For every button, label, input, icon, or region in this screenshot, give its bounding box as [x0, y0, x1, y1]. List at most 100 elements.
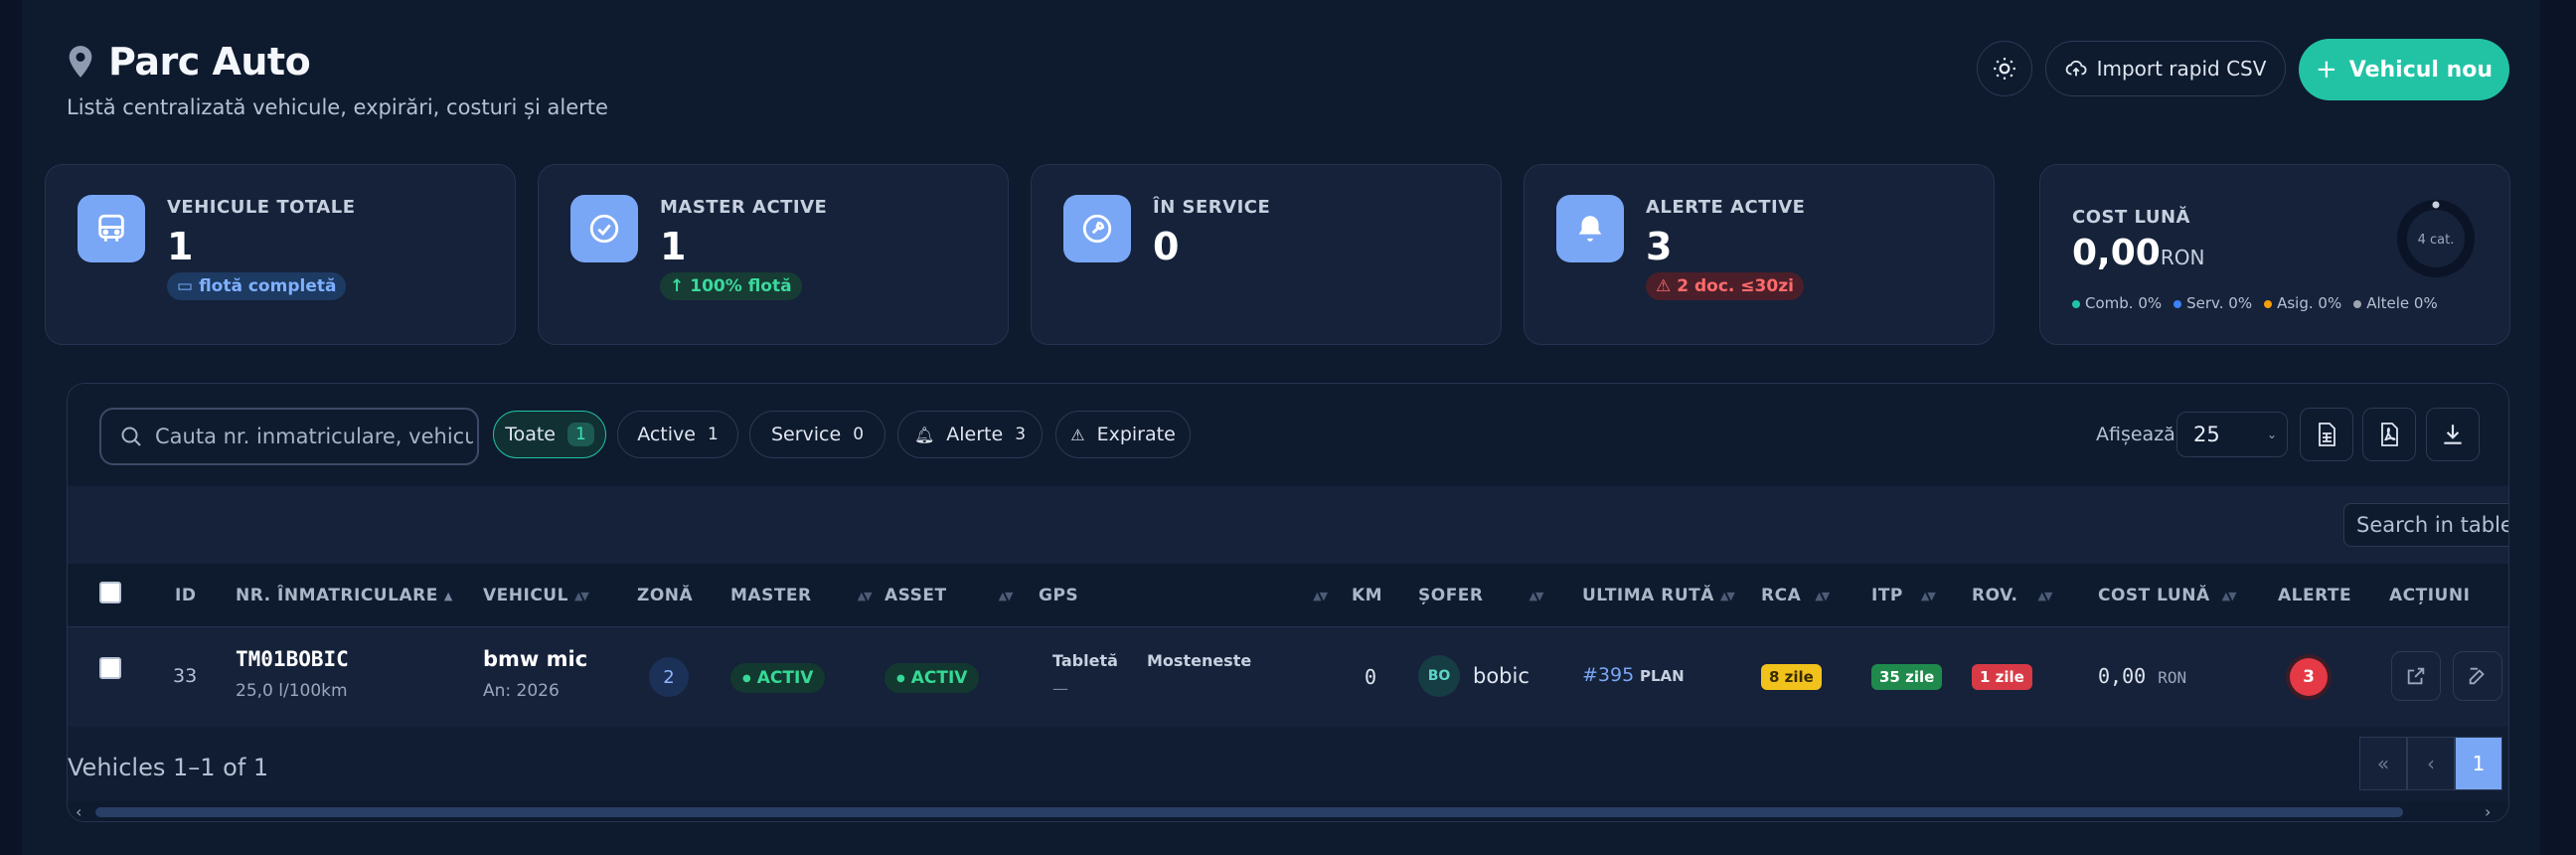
filter-label: Expirate [1096, 424, 1176, 445]
download-button[interactable] [2426, 408, 2480, 461]
table-toolbar: Toate 1 Active 1 Service 0 🔔︎ Alerte 3 ⚠… [68, 384, 2508, 485]
col-vehicle[interactable]: VEHICUL ▲▼ [483, 586, 589, 605]
theme-toggle-button[interactable] [1977, 41, 2032, 96]
page-subtitle: Listă centralizată vehicule, expirări, c… [67, 95, 608, 119]
stat-value: 1 [660, 225, 687, 268]
search-box[interactable] [99, 408, 479, 465]
filter-all[interactable]: Toate 1 [493, 411, 606, 458]
filter-label: Alerte [946, 424, 1004, 445]
col-master[interactable]: MASTER ▲▼ [730, 586, 873, 605]
page-size-select[interactable]: 25 ⌄ [2176, 412, 2288, 457]
bus-icon [78, 195, 145, 262]
export-pdf-button[interactable] [2362, 408, 2416, 461]
table-row[interactable]: 33 TM01BOBIC 25,0 l/100km bmw mic An: 20… [68, 627, 2508, 727]
select-all-checkbox[interactable] [99, 582, 121, 603]
col-km[interactable]: KM [1352, 586, 1382, 605]
filter-label: Active [637, 424, 696, 445]
stat-value: 3 [1646, 225, 1673, 268]
master-status: ● ACTIV [730, 663, 826, 693]
pdf-file-icon [2381, 423, 2398, 446]
stat-value: 1 [167, 225, 194, 268]
asset-status: ● ACTIV [885, 663, 980, 693]
first-page-button[interactable]: « [2359, 737, 2407, 790]
col-alerts[interactable]: ALERTE [2278, 586, 2351, 605]
cloud-upload-icon [2065, 60, 2087, 77]
zone-badge: 2 [649, 657, 689, 697]
stat-label: MASTER ACTIVE [660, 197, 828, 218]
bell-icon: 🔔︎ [913, 425, 935, 444]
map-pin-icon [69, 46, 92, 78]
col-plate[interactable]: NR. ÎNMATRICULARE ▲ [236, 586, 452, 605]
filter-expired[interactable]: ⚠ Expirate [1055, 411, 1191, 458]
donut-label: 4 cat. [2418, 233, 2455, 248]
cost-unit: RON [2158, 668, 2187, 687]
export-excel-button[interactable] [2300, 408, 2353, 461]
sun-icon [1994, 58, 2015, 80]
vehicles-panel: Toate 1 Active 1 Service 0 🔔︎ Alerte 3 ⚠… [67, 383, 2509, 822]
col-last-route[interactable]: ULTIMA RUTĂ ▲▼ [1582, 586, 1735, 605]
external-link-icon [2407, 667, 2425, 685]
cell-cost: 0,00 RON [2098, 664, 2186, 688]
horizontal-scrollbar[interactable]: ‹ › [68, 801, 2508, 821]
scroll-left-icon[interactable]: ‹ [76, 802, 81, 821]
page-1-button[interactable]: 1 [2455, 737, 2502, 790]
app-frame: Parc Auto Listă centralizată vehicule, e… [22, 0, 2540, 855]
gps-device: Tabletă [1052, 651, 1118, 670]
filter-alerts[interactable]: 🔔︎ Alerte 3 [897, 411, 1043, 458]
cell-vehicle: bmw mic [483, 647, 588, 671]
alerts-badge[interactable]: 3 [2290, 658, 2328, 696]
col-rca[interactable]: RCA ▲▼ [1761, 586, 1830, 605]
datatable-header-bar: Search in table [68, 486, 2508, 564]
cost-donut: 4 cat. [2397, 200, 2475, 277]
cell-driver[interactable]: bobic [1473, 664, 1530, 688]
cell-plate[interactable]: TM01BOBIC [236, 647, 349, 671]
prev-page-button[interactable]: ‹ [2407, 737, 2455, 790]
stat-card-alerts: ALERTE ACTIVE 3 ⚠ 2 doc. ≤30zi [1524, 164, 1995, 345]
spreadsheet-icon [2319, 423, 2335, 446]
route-link[interactable]: #395 [1582, 664, 1634, 686]
filter-label: Service [770, 424, 842, 445]
cell-id: 33 [173, 665, 198, 687]
new-vehicle-button[interactable]: + Vehicul nou [2299, 39, 2509, 100]
open-button[interactable] [2391, 651, 2441, 701]
search-input[interactable] [155, 425, 473, 448]
filter-label: Toate [505, 424, 556, 445]
stat-card-service: ÎN SERVICE 0 [1031, 164, 1502, 345]
plus-icon: + [2315, 55, 2337, 85]
cell-km: 0 [1365, 665, 1377, 689]
filter-service[interactable]: Service 0 [749, 411, 886, 458]
import-csv-button[interactable]: Import rapid CSV [2045, 41, 2286, 96]
download-icon [2444, 425, 2462, 444]
col-asset[interactable]: ASSET ▲▼ [885, 586, 1014, 605]
pagination: « ‹ 1 [2359, 737, 2502, 790]
legend-item: Altele 0% [2353, 294, 2438, 312]
table-search-input[interactable]: Search in table [2343, 503, 2508, 547]
scroll-right-icon[interactable]: › [2485, 802, 2491, 821]
col-driver[interactable]: ȘOFER ▲▼ [1418, 586, 1543, 605]
driver-avatar: BO [1418, 655, 1460, 697]
edit-button[interactable] [2453, 651, 2502, 701]
arrow-up-icon: ↑ [670, 276, 685, 296]
check-circle-icon [570, 195, 638, 262]
scrollbar-thumb[interactable] [95, 807, 2403, 817]
filter-count: 1 [707, 425, 719, 444]
route-status: PLAN [1640, 667, 1685, 685]
col-actions: ACȚIUNI [2389, 586, 2471, 605]
col-itp[interactable]: ITP ▲▼ [1871, 586, 1936, 605]
page-size-value: 25 [2193, 423, 2220, 446]
cost-value: 0,00 [2072, 233, 2161, 273]
col-zone[interactable]: ZONĂ [637, 586, 693, 605]
stat-chip: ⚠ 2 doc. ≤30zi [1646, 272, 1804, 300]
stat-chip: ▭ flotă completă [167, 272, 347, 300]
cost-amount: 0,00 [2098, 664, 2147, 688]
legend-item: Asig. 0% [2264, 294, 2341, 312]
row-checkbox[interactable] [99, 657, 121, 679]
chevron-down-icon: ⌄ [2266, 428, 2277, 441]
col-gps[interactable]: GPS ▲▼ [1039, 586, 1328, 605]
col-cost[interactable]: COST LUNĂ ▲▼ [2098, 586, 2237, 605]
col-rov[interactable]: ROV. ▲▼ [1972, 586, 2052, 605]
col-id[interactable]: ID [175, 586, 196, 605]
stat-chip: ↑ 100% flotă [660, 272, 802, 300]
filter-active[interactable]: Active 1 [617, 411, 738, 458]
search-icon [121, 427, 141, 446]
